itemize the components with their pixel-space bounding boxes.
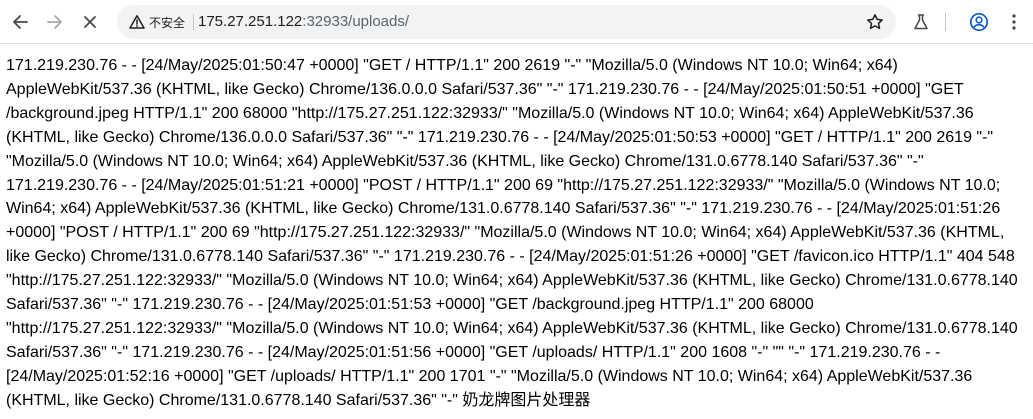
account-circle-icon: [969, 12, 989, 32]
url-host: 175.27.251.122: [198, 13, 303, 30]
url-text[interactable]: 175.27.251.122:32933/uploads/: [198, 5, 409, 39]
security-status-label: 不安全: [149, 15, 186, 30]
back-button[interactable]: [4, 6, 36, 38]
access-log-text: 171.219.230.76 - - [24/May/2025:01:50:47…: [6, 57, 1018, 409]
bookmark-button[interactable]: [860, 7, 890, 37]
star-outline-icon: [867, 14, 883, 30]
url-path: :32933/uploads/: [302, 13, 410, 30]
browser-toolbar: 不安全 175.27.251.122:32933/uploads/: [0, 0, 1033, 44]
kebab-menu-icon: [1012, 14, 1016, 30]
arrow-left-icon: [13, 15, 28, 29]
warning-triangle-icon: [129, 15, 145, 29]
stop-loading-button[interactable]: [74, 6, 106, 38]
address-bar[interactable]: 不安全 175.27.251.122:32933/uploads/: [117, 5, 896, 39]
flask-icon: [914, 14, 928, 30]
forward-button[interactable]: [39, 6, 71, 38]
arrow-right-icon: [47, 15, 62, 29]
profile-button[interactable]: [963, 6, 995, 38]
labs-button[interactable]: [905, 6, 937, 38]
browser-menu-button[interactable]: [998, 6, 1030, 38]
site-info-button[interactable]: 不安全: [125, 10, 191, 34]
chip-divider: [193, 14, 194, 30]
close-icon: [84, 16, 96, 28]
toolbar-divider: [945, 13, 946, 31]
